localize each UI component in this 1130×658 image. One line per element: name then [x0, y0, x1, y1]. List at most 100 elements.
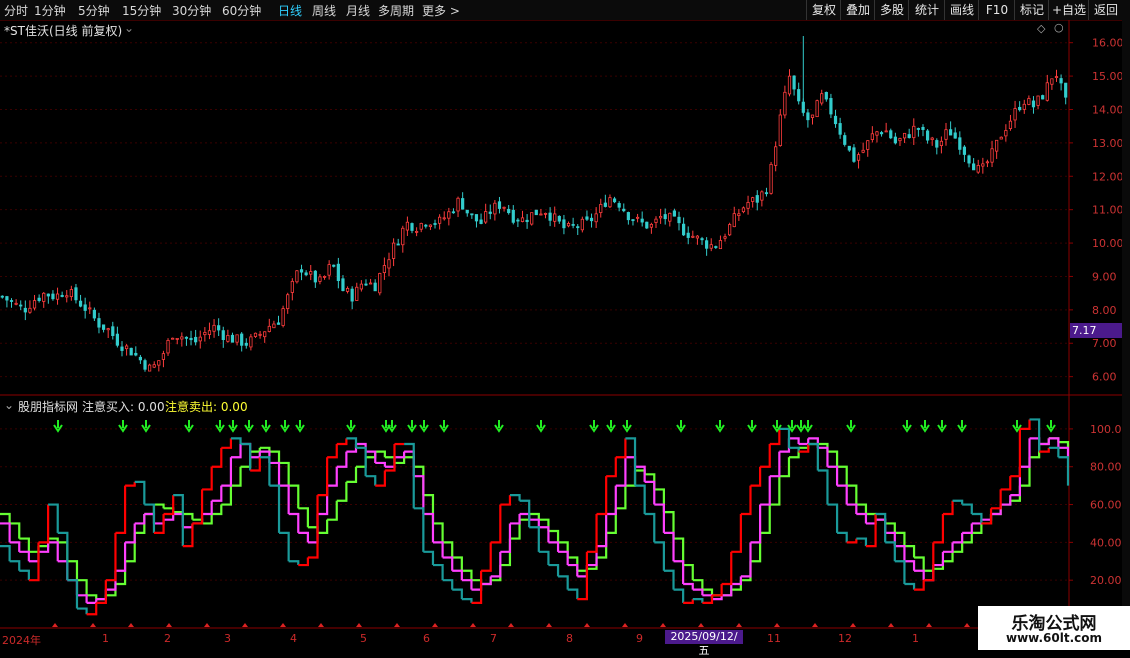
tab-period-fenshi[interactable]: 分时	[4, 2, 28, 19]
tab-period-1min[interactable]: 1分钟	[34, 2, 66, 19]
k-line-segment	[423, 512, 435, 543]
candle-body	[972, 163, 976, 171]
tab-period-15min[interactable]: 15分钟	[122, 2, 161, 19]
d-line-segment	[182, 512, 194, 520]
sell-arrow-icon	[387, 420, 397, 433]
d-line-segment	[144, 504, 156, 516]
tab-period-5min[interactable]: 5分钟	[78, 2, 110, 19]
indicator-collapse-icon[interactable]: ⌄	[4, 398, 14, 412]
sell-arrow-icon	[215, 420, 225, 433]
candle-body	[78, 300, 83, 307]
candle-body	[189, 337, 193, 341]
candle-body	[295, 270, 299, 283]
k-line-segment	[904, 560, 916, 571]
tab-period-monthly[interactable]: 月线	[346, 2, 370, 19]
y-tick-label: 6.00	[1092, 371, 1117, 384]
tab-period-60min[interactable]: 60分钟	[222, 2, 261, 19]
k-line-segment	[962, 523, 973, 535]
k-line-segment	[76, 594, 88, 603]
candle-body	[1041, 95, 1045, 100]
y-tick-label: 40.00	[1090, 536, 1122, 549]
candle-body	[55, 293, 60, 300]
kdj-indicator-chart[interactable]: 100.00 80.00 60.00 40.00 20.00	[0, 396, 1122, 630]
d-line-segment	[57, 541, 69, 562]
f10-button[interactable]: F10	[978, 0, 1015, 20]
back-button[interactable]: 返回	[1088, 0, 1123, 20]
diamond-icon[interactable]: ◇	[1037, 22, 1045, 35]
tab-period-weekly[interactable]: 周线	[312, 2, 336, 19]
j-line-segment	[509, 493, 521, 501]
date-label: 2	[164, 632, 171, 645]
j-line-segment	[538, 550, 550, 566]
j-line-segment	[981, 508, 993, 525]
sell-signal-label: 注意卖出: 0.00	[165, 400, 248, 414]
candle-body	[714, 246, 718, 248]
candle-body	[194, 336, 198, 343]
buy-signal-label: 注意买入: 0.00	[82, 400, 165, 414]
chevron-down-icon[interactable]: ⌄	[124, 21, 134, 35]
statistics-button[interactable]: 统计	[908, 0, 945, 20]
k-line-segment	[1000, 495, 1012, 506]
candle-body	[69, 289, 73, 297]
date-label: 2024年	[2, 634, 41, 647]
candle-body	[985, 161, 990, 164]
date-label: 8	[566, 632, 573, 645]
candle-body	[999, 136, 1003, 140]
k-line-segment	[394, 451, 406, 459]
d-line-segment	[125, 532, 136, 563]
d-line-segment	[904, 545, 916, 558]
candle-body	[51, 293, 55, 300]
candle-body	[792, 75, 796, 90]
k-line-segment	[981, 514, 993, 521]
multi-stock-button[interactable]: 多股	[874, 0, 909, 20]
j-line-segment	[750, 466, 762, 487]
j-line-segment	[1058, 456, 1070, 486]
tab-period-multi[interactable]: 多周期	[378, 2, 414, 19]
event-marker-icon	[90, 623, 96, 627]
side-panel-strip[interactable]	[1122, 20, 1130, 630]
tab-period-30min[interactable]: 30分钟	[172, 2, 211, 19]
k-line-segment	[134, 514, 146, 525]
candlestick-chart[interactable]: 16.00 15.00 14.00 13.00 12.00 11.00 10.00 9.00 8…	[0, 20, 1122, 396]
mark-button[interactable]: 标记	[1014, 0, 1049, 20]
event-marker-icon	[508, 623, 514, 627]
candle-body	[612, 198, 617, 203]
y-tick-label: 7.00	[1092, 337, 1117, 350]
tab-period-daily[interactable]: 日线	[278, 2, 302, 19]
j-line-segment	[942, 500, 954, 516]
candle-body	[769, 163, 773, 194]
j-line-segment	[933, 514, 945, 544]
k-line-segment	[1058, 446, 1070, 458]
candle-body	[442, 217, 446, 220]
k-line-segment	[432, 541, 444, 558]
k-line-segment	[211, 485, 223, 502]
candle-body	[161, 353, 166, 360]
settings-circle-icon[interactable]: ○	[1054, 21, 1064, 34]
candle-body	[46, 293, 50, 297]
period-toolbar: 分时 1分钟 5分钟 15分钟 30分钟 60分钟 日线 周线 月线 多周期 更…	[0, 0, 1130, 21]
sell-arrow-icon	[747, 420, 757, 433]
candle-body	[672, 210, 677, 217]
j-line-segment	[875, 512, 887, 543]
candle-body	[258, 333, 262, 336]
tab-period-more[interactable]: 更多 >	[422, 2, 460, 19]
candle-body	[391, 242, 396, 259]
j-line-segment	[173, 493, 184, 547]
fuquan-button[interactable]: 复权	[806, 0, 841, 20]
candle-body	[433, 223, 437, 225]
overlay-button[interactable]: 叠加	[840, 0, 875, 20]
k-line-segment	[538, 526, 550, 543]
candle-body	[516, 219, 520, 222]
candle-body	[415, 231, 419, 233]
d-line-segment	[577, 568, 589, 572]
candle-body	[530, 212, 534, 225]
candle-body	[1008, 120, 1013, 129]
j-line-segment	[259, 456, 271, 486]
j-line-segment	[221, 438, 233, 449]
k-line-segment	[1029, 437, 1041, 445]
candle-body	[511, 209, 515, 223]
add-watchlist-button[interactable]: +自选	[1048, 0, 1089, 20]
draw-line-button[interactable]: 画线	[944, 0, 979, 20]
candle-body	[576, 226, 580, 229]
candle-body	[806, 112, 810, 121]
